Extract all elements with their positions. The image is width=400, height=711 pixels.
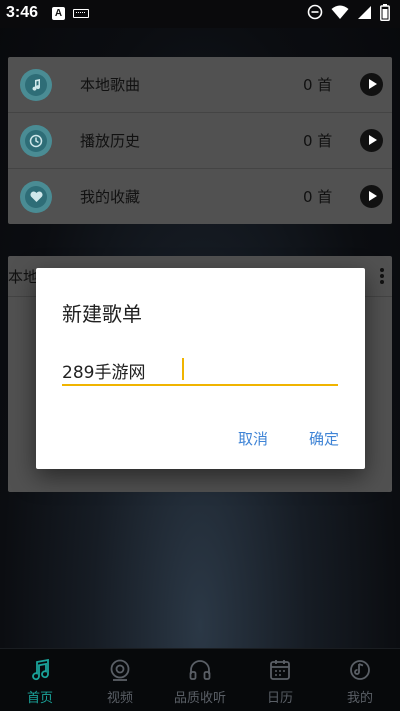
wifi-icon [331, 5, 349, 24]
status-bar: 3:46 A [0, 0, 400, 28]
play-icon[interactable] [360, 129, 383, 152]
list-item-count: 0 首 [303, 132, 333, 150]
quick-list-card: 本地歌曲 0 首 播放历史 0 首 我的收藏 0 首 [8, 57, 392, 224]
nav-label: 日历 [266, 691, 293, 706]
nav-label: 我的 [346, 691, 373, 706]
clock-icon [20, 125, 52, 157]
status-time: 3:46 [6, 4, 39, 21]
nav-item-mine[interactable]: 我的 [320, 649, 400, 711]
nav-label: 视频 [106, 691, 133, 706]
music-icon [28, 658, 52, 681]
more-vert-icon[interactable] [380, 268, 384, 284]
playlist-card-title: 本地 [8, 268, 39, 286]
new-playlist-dialog: 新建歌单 取消 确定 [36, 268, 365, 469]
nav-label: 品质收听 [173, 691, 226, 706]
signal-icon [357, 5, 372, 24]
play-icon[interactable] [360, 185, 383, 208]
dnd-icon [307, 4, 323, 24]
notification-a-icon: A [52, 7, 65, 20]
nav-item-home[interactable]: 首页 [0, 649, 80, 711]
status-right-icons [307, 3, 390, 25]
play-icon[interactable] [360, 73, 383, 96]
video-icon [108, 659, 132, 681]
cancel-button[interactable]: 取消 [238, 428, 268, 449]
text-caret [182, 358, 184, 380]
list-item-play-history[interactable]: 播放历史 0 首 [8, 113, 392, 169]
nav-item-calendar[interactable]: 日历 [240, 649, 320, 711]
nav-item-video[interactable]: 视频 [80, 649, 160, 711]
list-item-local-songs[interactable]: 本地歌曲 0 首 [8, 57, 392, 113]
bottom-navigation: 首页 视频 品质收听 日历 我的 [0, 648, 400, 711]
list-item-favorites[interactable]: 我的收藏 0 首 [8, 169, 392, 225]
list-item-count: 0 首 [303, 188, 333, 206]
nav-item-quality[interactable]: 品质收听 [160, 649, 240, 711]
list-item-label: 本地歌曲 [80, 76, 141, 94]
list-item-label: 播放历史 [80, 132, 141, 150]
dialog-title: 新建歌单 [62, 302, 142, 326]
keyboard-icon [73, 9, 89, 18]
headphones-icon [188, 659, 212, 681]
playlist-name-input[interactable] [62, 356, 338, 386]
heart-icon [20, 181, 52, 213]
confirm-button[interactable]: 确定 [309, 428, 339, 449]
battery-icon [380, 3, 390, 25]
music-note-icon [20, 69, 52, 101]
list-item-count: 0 首 [303, 76, 333, 94]
profile-icon [348, 659, 372, 681]
calendar-icon [268, 659, 292, 681]
list-item-label: 我的收藏 [80, 188, 141, 206]
nav-label: 首页 [26, 691, 53, 706]
